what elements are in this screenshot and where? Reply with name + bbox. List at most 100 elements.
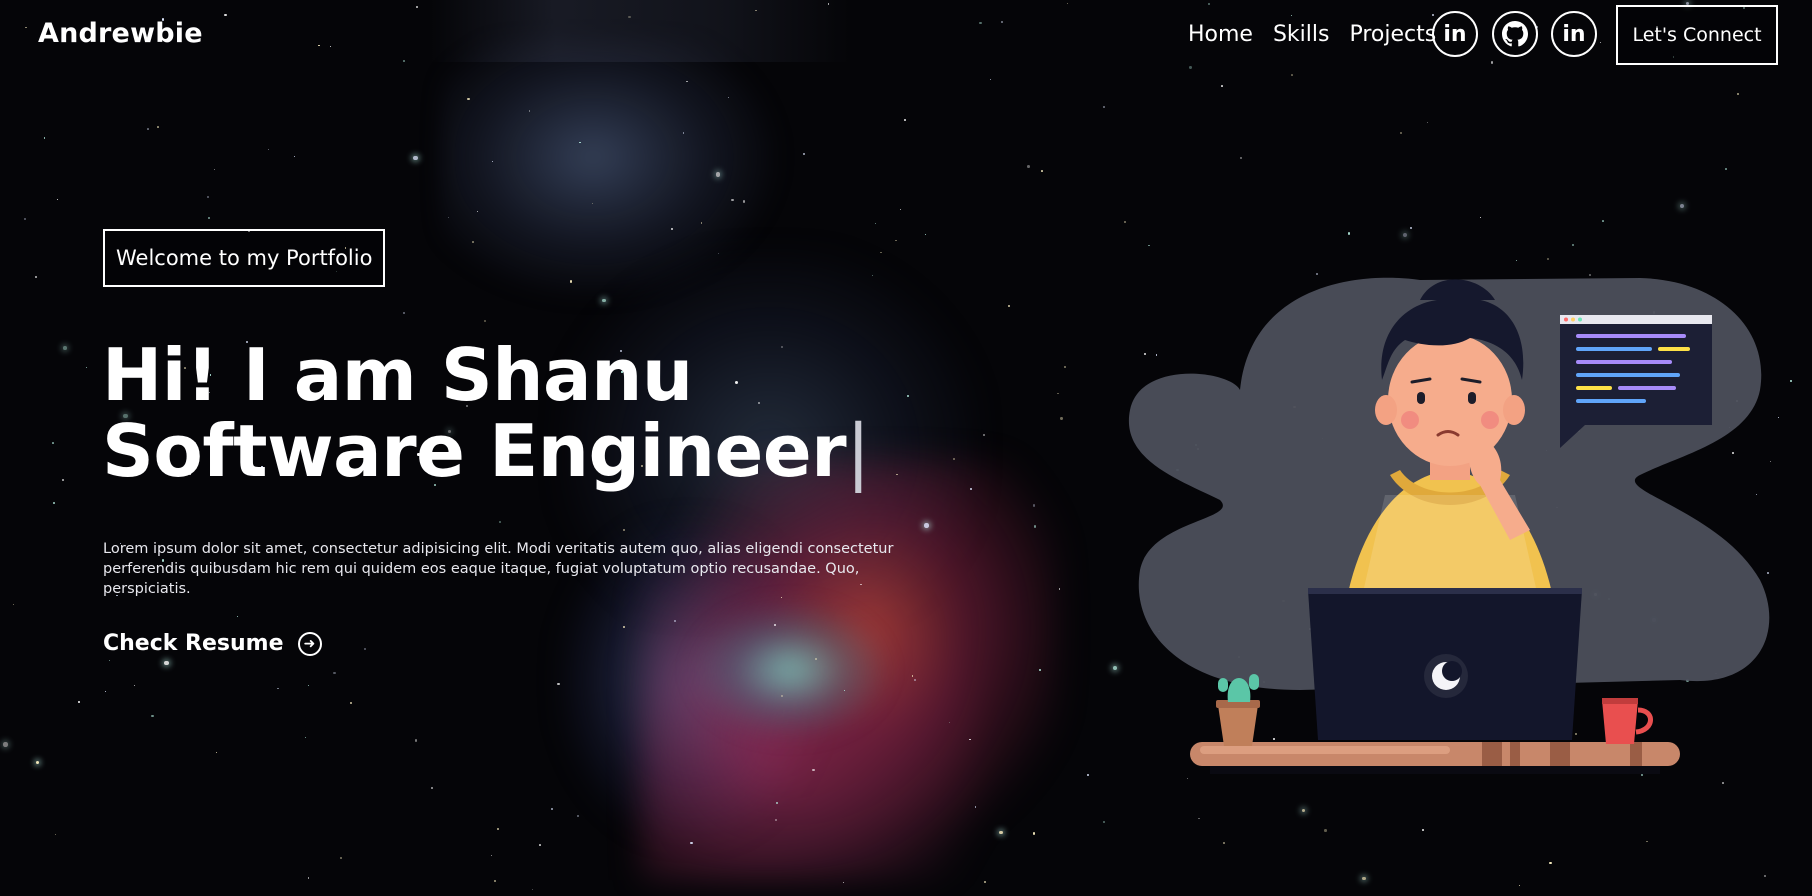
star (1763, 875, 1766, 878)
typed-role: Software Engineer (102, 409, 847, 493)
star (1063, 365, 1067, 369)
star (151, 714, 154, 718)
star (35, 760, 40, 765)
star (1060, 417, 1063, 420)
linkedin-icon: in (1562, 21, 1586, 47)
linkedin-icon: in (1443, 21, 1467, 47)
star (307, 877, 309, 879)
star (293, 156, 295, 158)
star (498, 521, 501, 524)
star (207, 196, 210, 199)
star (1426, 121, 1429, 124)
star (1410, 227, 1412, 229)
star (1290, 14, 1292, 16)
star (430, 786, 434, 790)
star (700, 222, 703, 224)
star (776, 802, 778, 804)
star (924, 523, 929, 528)
star (1549, 861, 1552, 865)
star (551, 807, 554, 810)
star (531, 888, 533, 891)
star (86, 366, 88, 369)
nebula-cyan (690, 600, 890, 740)
star (61, 478, 64, 481)
star (814, 657, 817, 660)
star (911, 675, 914, 677)
nav-glow (430, 0, 850, 62)
typing-cursor: | (846, 409, 870, 493)
star (730, 198, 734, 202)
star (1737, 93, 1740, 96)
check-resume-link[interactable]: Check Resume ➜ (103, 631, 322, 656)
star (903, 119, 906, 122)
face (1388, 334, 1512, 466)
lets-connect-button[interactable]: Let's Connect (1616, 5, 1778, 65)
nav-links: Home Skills Projects (1188, 22, 1436, 47)
star (1301, 808, 1306, 812)
star (974, 806, 977, 808)
star (1123, 220, 1127, 224)
star (671, 228, 673, 230)
star (1189, 66, 1192, 69)
nav-link-home[interactable]: Home (1188, 22, 1253, 47)
star (1422, 829, 1424, 831)
star (34, 275, 38, 279)
star (1347, 232, 1351, 235)
star (403, 60, 405, 63)
github-button[interactable] (1492, 11, 1538, 57)
star (402, 311, 406, 315)
star (577, 815, 579, 817)
star (686, 80, 688, 83)
star (208, 217, 211, 220)
star (622, 528, 625, 531)
star (483, 319, 486, 322)
star (491, 160, 494, 162)
star (1599, 41, 1601, 43)
brand-logo[interactable]: Andrewbie (38, 18, 203, 49)
hero-title-line1: Hi! I am Shanu (102, 333, 693, 417)
star (277, 687, 279, 690)
star (803, 153, 805, 155)
star (304, 737, 306, 739)
star (214, 169, 216, 171)
star (880, 251, 882, 254)
star (1399, 131, 1403, 134)
star (44, 137, 46, 139)
star (539, 844, 541, 847)
mug-icon (1602, 698, 1653, 744)
star (1519, 885, 1521, 887)
star (1038, 669, 1041, 672)
star (56, 198, 58, 200)
hero-title-line2: Software Engineer| (102, 413, 870, 489)
star (224, 13, 228, 17)
star (979, 21, 982, 25)
arrow-right-circle-icon: ➜ (297, 631, 322, 656)
github-icon (1502, 21, 1528, 47)
star (715, 172, 721, 177)
star (1361, 876, 1366, 881)
linkedin-button-2[interactable]: in (1551, 11, 1597, 57)
hero-description: Lorem ipsum dolor sit amet, consectetur … (103, 541, 894, 597)
developer-illustration (1128, 277, 1770, 774)
star (1515, 260, 1517, 262)
star (1291, 74, 1294, 76)
star (54, 833, 56, 835)
star (1324, 829, 1327, 832)
star (623, 626, 625, 628)
linkedin-button[interactable]: in (1432, 11, 1478, 57)
star (969, 488, 972, 490)
star (350, 701, 353, 704)
star (308, 685, 310, 687)
star (339, 857, 342, 860)
nav-link-skills[interactable]: Skills (1273, 22, 1330, 47)
nav-link-projects[interactable]: Projects (1349, 22, 1436, 47)
star (414, 739, 418, 742)
star (467, 97, 470, 100)
star (104, 690, 107, 692)
star (333, 671, 336, 674)
star (1646, 841, 1648, 843)
cactus-icon (1216, 674, 1260, 746)
star (1431, 14, 1434, 17)
star (1789, 380, 1792, 383)
star (924, 233, 926, 236)
